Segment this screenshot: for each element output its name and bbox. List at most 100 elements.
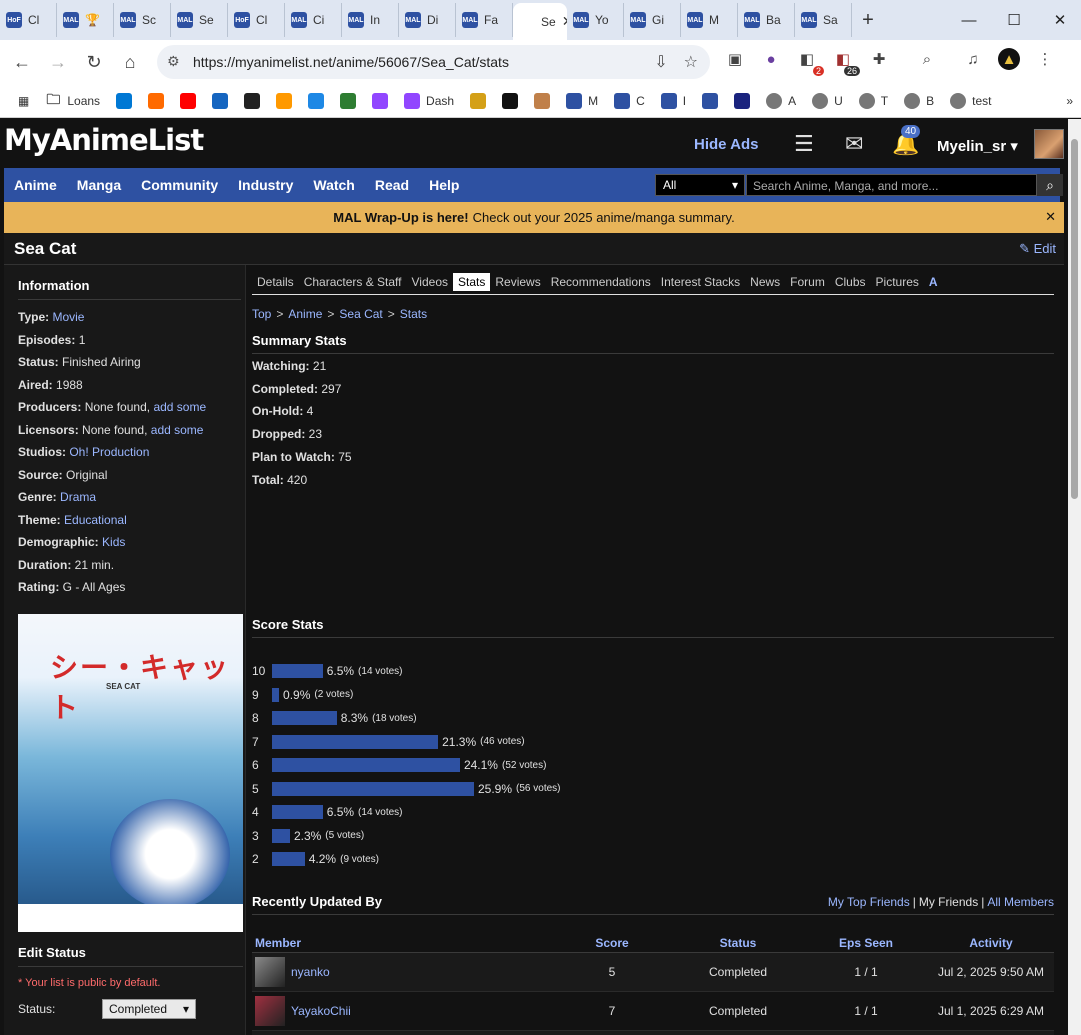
- bookmark-item[interactable]: [300, 87, 332, 115]
- browser-tab[interactable]: MAL Sa: [795, 3, 852, 37]
- bookmark-item[interactable]: [726, 87, 758, 115]
- bookmark-item[interactable]: [172, 87, 204, 115]
- menu-icon[interactable]: ⋮: [1034, 48, 1056, 70]
- search-tabs-icon[interactable]: ⌕: [916, 48, 938, 70]
- friends-link[interactable]: My Friends: [919, 895, 978, 909]
- browser-tab[interactable]: HoF Cl: [228, 3, 285, 37]
- status-select[interactable]: Completed ▾: [102, 999, 196, 1019]
- member-avatar[interactable]: [255, 996, 285, 1026]
- bookmark-item[interactable]: Dash: [396, 87, 462, 115]
- tab-stats[interactable]: Stats: [453, 273, 491, 291]
- browser-tab[interactable]: MAL Ba: [738, 3, 795, 37]
- search-icon[interactable]: ⌕: [1037, 174, 1063, 196]
- tab-interest-stacks[interactable]: Interest Stacks: [656, 273, 745, 291]
- new-tab-icon[interactable]: +: [852, 3, 884, 37]
- bookmark-item[interactable]: [694, 87, 726, 115]
- nav-watch[interactable]: Watch: [303, 177, 364, 193]
- extension-icon[interactable]: ●: [760, 48, 782, 70]
- bookmark-item[interactable]: U: [804, 87, 851, 115]
- column-header[interactable]: Eps Seen: [804, 936, 928, 950]
- media-icon[interactable]: ♫: [962, 48, 984, 70]
- breadcrumb-link[interactable]: Sea Cat: [339, 307, 382, 321]
- column-header[interactable]: Status: [672, 936, 804, 950]
- bookmark-item[interactable]: [140, 87, 172, 115]
- page-scrollbar[interactable]: [1068, 119, 1081, 1035]
- nav-help[interactable]: Help: [419, 177, 469, 193]
- browser-tab-active[interactable]: Se✕: [513, 3, 567, 40]
- tab-recommendations[interactable]: Recommendations: [546, 273, 656, 291]
- cast-icon[interactable]: ▣: [724, 48, 746, 70]
- bookmark-item[interactable]: [332, 87, 364, 115]
- member-link[interactable]: YayakoChii: [291, 1004, 351, 1018]
- install-icon[interactable]: ⇩: [654, 52, 667, 72]
- tab-news[interactable]: News: [745, 273, 785, 291]
- reload-icon[interactable]: ↻: [76, 44, 112, 80]
- close-window-icon[interactable]: ✕: [1036, 0, 1081, 40]
- tab-forum[interactable]: Forum: [785, 273, 830, 291]
- browser-tab[interactable]: MAL M: [681, 3, 738, 37]
- bookmark-item[interactable]: B: [896, 87, 942, 115]
- bookmark-item[interactable]: C: [606, 87, 653, 115]
- close-icon[interactable]: ✕: [1045, 209, 1056, 225]
- add-some-link[interactable]: add some: [151, 423, 204, 437]
- home-icon[interactable]: ⌂: [112, 44, 148, 80]
- column-header[interactable]: Member: [252, 936, 552, 950]
- breadcrumb-link[interactable]: Top: [252, 307, 271, 321]
- minimize-icon[interactable]: —: [945, 0, 993, 40]
- bookmark-star-icon[interactable]: ☆: [684, 52, 698, 72]
- bookmark-item[interactable]: [268, 87, 300, 115]
- bookmark-item[interactable]: [462, 87, 494, 115]
- browser-tab[interactable]: MAL Gi: [624, 3, 681, 37]
- breadcrumb-link[interactable]: Anime: [288, 307, 322, 321]
- bookmark-item[interactable]: M: [558, 87, 606, 115]
- browser-tab[interactable]: MAL Se: [171, 3, 228, 37]
- browser-tab[interactable]: MAL Sc: [114, 3, 171, 37]
- tab-details[interactable]: Details: [252, 273, 299, 291]
- browser-tab[interactable]: MAL Di: [399, 3, 456, 37]
- site-logo[interactable]: MyAnimeList: [4, 123, 204, 157]
- tab-pictures[interactable]: Pictures: [871, 273, 924, 291]
- maximize-icon[interactable]: ☐: [990, 0, 1038, 40]
- bookmark-item[interactable]: [526, 87, 558, 115]
- tab-reviews[interactable]: Reviews: [490, 273, 545, 291]
- apps-icon[interactable]: ▦: [10, 87, 37, 115]
- bookmark-item[interactable]: [236, 87, 268, 115]
- search-input[interactable]: Search Anime, Manga, and more...: [746, 174, 1037, 196]
- bookmark-item[interactable]: T: [851, 87, 896, 115]
- bookmark-item[interactable]: [494, 87, 526, 115]
- add-some-link[interactable]: add some: [153, 400, 206, 414]
- puzzle-icon[interactable]: ✚: [868, 48, 890, 70]
- column-header[interactable]: Score: [552, 936, 672, 950]
- nav-manga[interactable]: Manga: [67, 177, 131, 193]
- scrollbar-thumb[interactable]: [1071, 139, 1078, 499]
- browser-tab[interactable]: MAL Ci: [285, 3, 342, 37]
- bookmark-item[interactable]: [204, 87, 236, 115]
- bookmark-item[interactable]: [364, 87, 396, 115]
- forward-icon[interactable]: →: [40, 44, 76, 80]
- extension-icon[interactable]: ◧ 2: [796, 48, 824, 76]
- hide-ads-link[interactable]: Hide Ads: [694, 136, 758, 153]
- member-link[interactable]: nyanko: [291, 965, 330, 979]
- nav-read[interactable]: Read: [365, 177, 419, 193]
- bookmark-item[interactable]: test: [942, 87, 999, 115]
- list-icon[interactable]: ☰: [794, 131, 814, 157]
- site-info-icon[interactable]: ⚙: [167, 53, 180, 70]
- extension-icon[interactable]: ◧ 26: [832, 48, 860, 76]
- nav-community[interactable]: Community: [131, 177, 228, 193]
- browser-tab[interactable]: MAL 🏆: [57, 3, 114, 37]
- edit-button[interactable]: ✎ Edit: [1019, 241, 1056, 257]
- tab-a[interactable]: A: [924, 273, 943, 291]
- browser-tab[interactable]: MAL Yo: [567, 3, 624, 37]
- more-bookmarks-icon[interactable]: »: [1058, 87, 1081, 115]
- wrapup-banner[interactable]: MAL Wrap-Up is here! Check out your 2025 …: [4, 202, 1064, 233]
- tab-clubs[interactable]: Clubs: [830, 273, 871, 291]
- anime-poster[interactable]: シー・キャット SEA CAT: [18, 614, 243, 932]
- bookmark-item[interactable]: 🗀 Loans: [37, 87, 108, 115]
- tab-characters-staff[interactable]: Characters & Staff: [299, 273, 407, 291]
- nav-anime[interactable]: Anime: [4, 177, 67, 193]
- browser-tab[interactable]: MAL Fa: [456, 3, 513, 37]
- profile-icon[interactable]: ▲: [998, 48, 1020, 70]
- browser-tab[interactable]: HoF Cl: [0, 3, 57, 37]
- mail-icon[interactable]: ✉: [845, 131, 863, 157]
- tab-videos[interactable]: Videos: [407, 273, 453, 291]
